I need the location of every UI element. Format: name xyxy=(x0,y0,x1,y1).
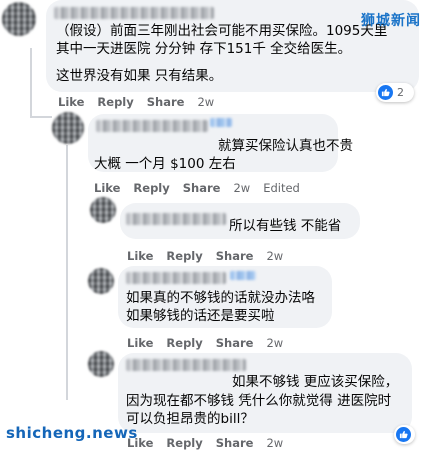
commenter-name[interactable] xyxy=(54,7,214,19)
like-button[interactable]: Like xyxy=(127,249,153,263)
thread-line xyxy=(30,48,32,118)
timestamp[interactable]: 2w xyxy=(197,95,214,109)
avatar[interactable] xyxy=(90,197,116,223)
comment-text-line: 因为现在都不够钱 凭什么你就觉得 进医院时 xyxy=(126,393,392,409)
reply-button[interactable]: Reply xyxy=(166,436,202,450)
comment-text-line: 这世界没有如果 只有结果。 xyxy=(56,68,223,84)
commenter-name[interactable] xyxy=(126,213,226,225)
edited-label: Edited xyxy=(263,181,300,195)
watermark-text: 狮城新闻 xyxy=(361,13,421,29)
comment-text-line: 所以有些钱 不能省 xyxy=(229,218,342,234)
share-button[interactable]: Share xyxy=(147,95,185,109)
comment-text-line: 就算买保险认真也不贵 xyxy=(218,138,353,154)
timestamp[interactable]: 2w xyxy=(266,436,283,450)
reply-button[interactable]: Reply xyxy=(97,95,133,109)
comment-text-line: 大概 一个月 $100 左右 xyxy=(94,156,236,172)
avatar[interactable] xyxy=(88,268,114,294)
comment-actions: Like Reply Share 2w xyxy=(127,436,296,450)
thread-line xyxy=(30,116,52,118)
commenter-badge xyxy=(230,271,256,280)
reply-button[interactable]: Reply xyxy=(133,181,169,195)
avatar[interactable] xyxy=(88,351,114,377)
comment-text-line: （假设）前面三年刚出社会可能不用买保险。1095天里 xyxy=(56,23,388,39)
reaction-count-value: 2 xyxy=(397,86,404,99)
comment-text-line: 其中一天进医院 分分钟 存下151千 全交给医生。 xyxy=(56,41,352,57)
comment-text-line: 如果真的不够钱的话就没办法咯 xyxy=(126,290,315,306)
comment-actions: Like Reply Share 2w xyxy=(58,95,227,109)
comment-text-line: 可以负担昂贵的bill？ xyxy=(126,411,254,427)
reply-button[interactable]: Reply xyxy=(166,249,202,263)
thread-line xyxy=(66,145,68,400)
share-button[interactable]: Share xyxy=(183,181,221,195)
commenter-name[interactable] xyxy=(126,359,246,371)
share-button[interactable]: Share xyxy=(216,249,254,263)
timestamp[interactable]: 2w xyxy=(266,336,283,350)
commenter-name[interactable] xyxy=(96,120,208,132)
share-button[interactable]: Share xyxy=(216,336,254,350)
reaction-count[interactable] xyxy=(394,425,415,444)
comment-actions: Like Reply Share 2w xyxy=(127,336,296,350)
comment-actions: Like Reply Share 2w xyxy=(127,249,296,263)
comment-text-line: 如果够钱的话还是要买啦 xyxy=(126,308,275,324)
timestamp[interactable]: 2w xyxy=(233,181,250,195)
share-button[interactable]: Share xyxy=(216,436,254,450)
commenter-badge xyxy=(210,118,232,127)
reply-button[interactable]: Reply xyxy=(166,336,202,350)
like-icon xyxy=(378,85,393,100)
avatar[interactable] xyxy=(52,112,84,144)
comment-actions: Like Reply Share 2w Edited xyxy=(94,181,313,195)
reaction-count[interactable]: 2 xyxy=(376,83,414,102)
watermark-text: shicheng.news xyxy=(6,424,138,442)
avatar[interactable] xyxy=(2,2,36,36)
like-button[interactable]: Like xyxy=(127,336,153,350)
timestamp[interactable]: 2w xyxy=(266,249,283,263)
like-button[interactable]: Like xyxy=(58,95,84,109)
like-icon xyxy=(396,427,411,442)
comment-text-line: 如果不够钱 更应该买保险， xyxy=(232,374,399,390)
like-button[interactable]: Like xyxy=(94,181,120,195)
commenter-name[interactable] xyxy=(126,272,226,284)
